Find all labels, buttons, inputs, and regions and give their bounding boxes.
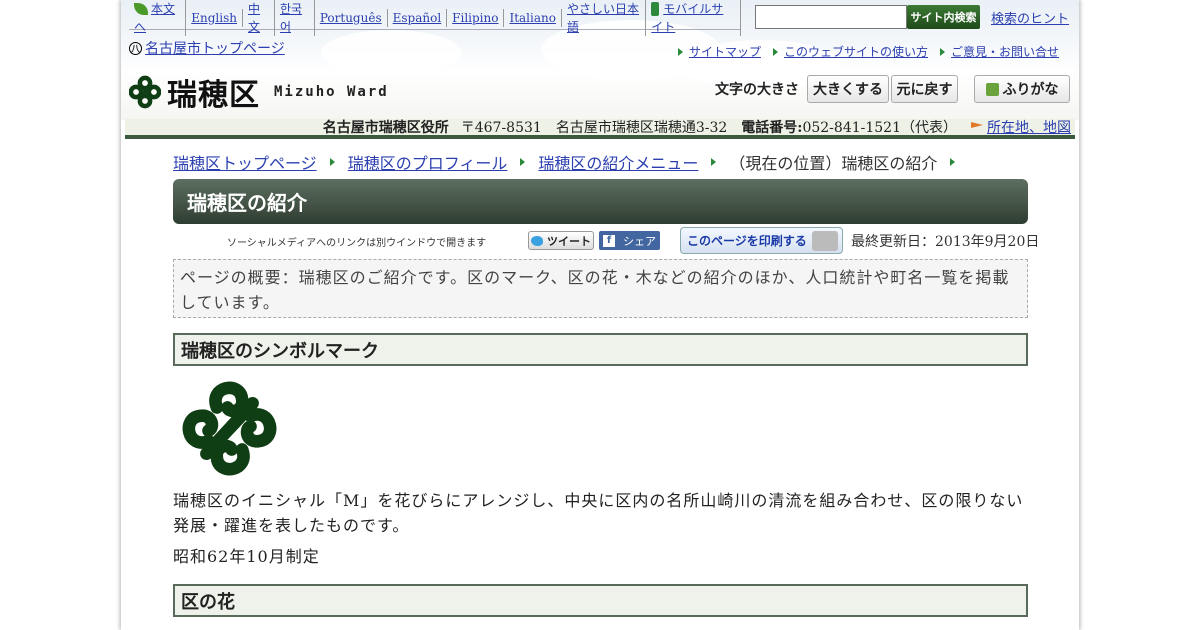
symbol-established-date: 昭和62年10月制定 [173, 547, 320, 566]
logo-english-name: Mizuho Ward [274, 84, 389, 100]
ward-emblem-icon [129, 75, 161, 109]
breadcrumb: 瑞穂区トップページ 瑞穂区のプロフィール 瑞穂区の紹介メニュー （現在の位置）瑞… [173, 150, 961, 174]
search-input[interactable] [755, 5, 907, 29]
breadcrumb-current: （現在の位置）瑞穂区の紹介 [729, 154, 938, 173]
lang-easy-japanese-link[interactable]: やさしい日本語 [562, 0, 647, 36]
office-info-bar: 名古屋市瑞穂区役所 〒467-8531 名古屋市瑞穂区瑞穂通3-32 電話番号:… [125, 119, 1075, 139]
lang-portuguese-link[interactable]: Português [315, 8, 388, 27]
social-note: ソーシャルメディアへのリンクは別ウインドウで開きます [227, 238, 487, 249]
office-map-link[interactable]: 所在地、地図 [987, 117, 1071, 137]
text-reset-button[interactable]: 元に戻す [891, 75, 958, 103]
ward-symbol-mark-image [182, 381, 277, 476]
printer-icon [812, 231, 838, 251]
text-size-label: 文字の大きさ [715, 82, 799, 98]
site-header: 本文へ English 中文 한국어 Português Español Fil… [121, 0, 1079, 120]
lang-italian-link[interactable]: Italiano [504, 8, 562, 27]
lang-korean-link[interactable]: 한국어 [275, 0, 315, 36]
breadcrumb-separator-icon [520, 158, 526, 166]
sitemap-link[interactable]: サイトマップ [677, 43, 761, 60]
flag-icon [971, 122, 983, 128]
language-nav: 本文へ English 中文 한국어 Português Español Fil… [129, 0, 741, 36]
skip-to-content-link[interactable]: 本文へ [129, 0, 187, 36]
ward-flower-heading: 区の花 [173, 584, 1028, 617]
page-summary: ページの概要：瑞穂区のご紹介です。区のマーク、区の花・木などの紹介のほか、人口統… [173, 259, 1028, 318]
furigana-icon [985, 82, 999, 96]
facebook-icon: f [603, 234, 615, 247]
triangle-bullet-icon [772, 47, 778, 56]
triangle-bullet-icon [677, 47, 683, 56]
text-bigger-button[interactable]: 大きくする [807, 75, 889, 103]
site-logo[interactable]: 瑞穂区 Mizuho Ward [129, 70, 389, 114]
city-top-link-wrapper: 八 名古屋市トップページ [129, 38, 285, 58]
site-search-button[interactable]: サイト内検索 [907, 5, 980, 29]
breadcrumb-link[interactable]: 瑞穂区トップページ [173, 150, 317, 174]
symbol-description: 瑞穂区のイニシャル「M」を花びらにアレンジし、中央に区内の名所山崎川の清流を組み… [173, 491, 1024, 535]
city-top-link[interactable]: 名古屋市トップページ [145, 38, 285, 58]
header-cloud-decoration [321, 30, 461, 75]
print-button[interactable]: このページを印刷する [680, 227, 843, 254]
office-postal-address: 〒467-8531 名古屋市瑞穂区瑞穂通3-32 [460, 120, 728, 136]
mobile-phone-icon [651, 2, 660, 16]
symbol-mark-heading: 瑞穂区のシンボルマーク [173, 333, 1028, 366]
lang-chinese-link[interactable]: 中文 [243, 0, 275, 36]
furigana-button[interactable]: ふりがな [974, 75, 1070, 103]
search-hint-link[interactable]: 検索のヒント [991, 8, 1069, 27]
breadcrumb-link[interactable]: 瑞穂区の紹介メニュー [538, 150, 698, 174]
office-phone-label: 電話番号: [741, 120, 803, 136]
page-container: 本文へ English 中文 한국어 Português Español Fil… [121, 0, 1079, 630]
office-name: 名古屋市瑞穂区役所 [322, 120, 449, 136]
lang-spanish-link[interactable]: Español [388, 8, 448, 27]
triangle-bullet-icon [939, 47, 945, 56]
contact-link[interactable]: ご意見・お問い合せ [939, 43, 1059, 60]
utility-nav: サイトマップ このウェブサイトの使い方 ご意見・お問い合せ [677, 43, 1059, 60]
breadcrumb-separator-icon [329, 158, 335, 166]
mobile-site-link[interactable]: モバイルサイト [646, 0, 741, 36]
breadcrumb-separator-icon [950, 158, 956, 166]
lang-filipino-link[interactable]: Filipino [447, 8, 505, 27]
leaf-icon [134, 3, 148, 15]
facebook-share-button[interactable]: f シェア [599, 231, 660, 250]
logo-ward-name: 瑞穂区 [167, 78, 260, 113]
how-to-use-link[interactable]: このウェブサイトの使い方 [772, 43, 928, 60]
office-phone: 052-841-1521（代表） [802, 120, 957, 136]
lang-english-link[interactable]: English [186, 8, 243, 27]
last-updated: 最終更新日：2013年9月20日 [851, 234, 1040, 250]
tweet-button[interactable]: ツイート [528, 231, 594, 250]
page-title: 瑞穂区の紹介 [173, 179, 1028, 224]
nagoya-mark-icon: 八 [129, 41, 142, 55]
breadcrumb-link[interactable]: 瑞穂区のプロフィール [348, 150, 508, 174]
twitter-bird-icon [531, 235, 543, 246]
breadcrumb-separator-icon [711, 158, 717, 166]
